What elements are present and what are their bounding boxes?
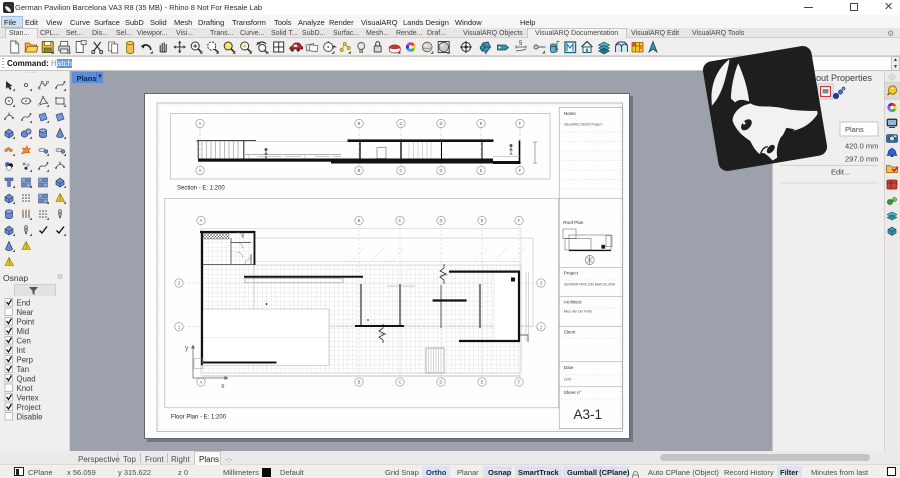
svg-text:F: F bbox=[518, 218, 521, 223]
svg-text:Project: Project bbox=[17, 403, 42, 412]
svg-text:GERMAN PAVILION BARCELONA: GERMAN PAVILION BARCELONA bbox=[564, 283, 616, 287]
svg-text:Near: Near bbox=[17, 308, 34, 317]
svg-text:Edit...: Edit... bbox=[831, 168, 850, 177]
svg-text:E: E bbox=[481, 380, 484, 385]
svg-text:Project: Project bbox=[564, 271, 579, 276]
svg-text:A: A bbox=[199, 168, 202, 173]
svg-text:420.0 mm: 420.0 mm bbox=[845, 142, 878, 151]
svg-text:Date: Date bbox=[564, 365, 574, 370]
svg-text:D: D bbox=[439, 168, 442, 173]
svg-text:Plans: Plans bbox=[845, 125, 864, 134]
svg-text:C: C bbox=[399, 121, 402, 126]
svg-text:y: y bbox=[185, 345, 189, 352]
svg-text:Section - E: 1:200: Section - E: 1:200 bbox=[177, 186, 225, 192]
svg-text:Vertex: Vertex bbox=[17, 393, 39, 402]
svg-text:C: C bbox=[399, 168, 402, 173]
svg-text:1929: 1929 bbox=[564, 378, 572, 382]
svg-text:A: A bbox=[199, 121, 202, 126]
svg-text:D: D bbox=[439, 218, 442, 223]
svg-text:End: End bbox=[17, 298, 31, 307]
svg-text:VisualARQ DEMO Project: VisualARQ DEMO Project bbox=[564, 123, 602, 127]
svg-text:Point: Point bbox=[17, 317, 36, 326]
svg-text:E: E bbox=[480, 121, 483, 126]
svg-text:Mid: Mid bbox=[17, 327, 30, 336]
svg-text:Perp: Perp bbox=[17, 355, 34, 364]
svg-text:C: C bbox=[398, 380, 401, 385]
svg-text:Architect: Architect bbox=[564, 300, 583, 305]
svg-text:Mies Van Der Rohe: Mies Van Der Rohe bbox=[564, 310, 593, 314]
svg-text:Quad: Quad bbox=[17, 374, 36, 383]
svg-text:F: F bbox=[519, 168, 522, 173]
svg-text:B: B bbox=[358, 380, 361, 385]
svg-text:F: F bbox=[518, 380, 521, 385]
svg-text:B: B bbox=[358, 121, 361, 126]
svg-text:B: B bbox=[358, 168, 361, 173]
svg-text:x: x bbox=[221, 383, 225, 388]
svg-text:E: E bbox=[480, 168, 483, 173]
svg-text:C: C bbox=[398, 218, 401, 223]
svg-text:F: F bbox=[519, 121, 522, 126]
svg-text:Disable: Disable bbox=[17, 412, 43, 421]
svg-text:Roof Plan: Roof Plan bbox=[563, 220, 584, 225]
svg-text:Cen: Cen bbox=[17, 336, 31, 345]
svg-text:B: B bbox=[358, 218, 361, 223]
svg-text:A3-1: A3-1 bbox=[574, 407, 603, 422]
svg-text:Knot: Knot bbox=[17, 384, 34, 393]
svg-text:Int: Int bbox=[17, 346, 27, 355]
svg-text:297.0 mm: 297.0 mm bbox=[845, 155, 878, 164]
svg-text:E: E bbox=[481, 218, 484, 223]
svg-text:Client: Client bbox=[564, 330, 576, 335]
svg-text:Floor Plan - E: 1:200: Floor Plan - E: 1:200 bbox=[171, 415, 227, 421]
svg-text:Tan: Tan bbox=[17, 365, 30, 374]
svg-text:Sheet n°: Sheet n° bbox=[564, 390, 582, 395]
svg-text:Notes: Notes bbox=[564, 111, 577, 116]
svg-text:A: A bbox=[200, 218, 203, 223]
svg-text:D: D bbox=[439, 121, 442, 126]
svg-text:D: D bbox=[439, 380, 442, 385]
